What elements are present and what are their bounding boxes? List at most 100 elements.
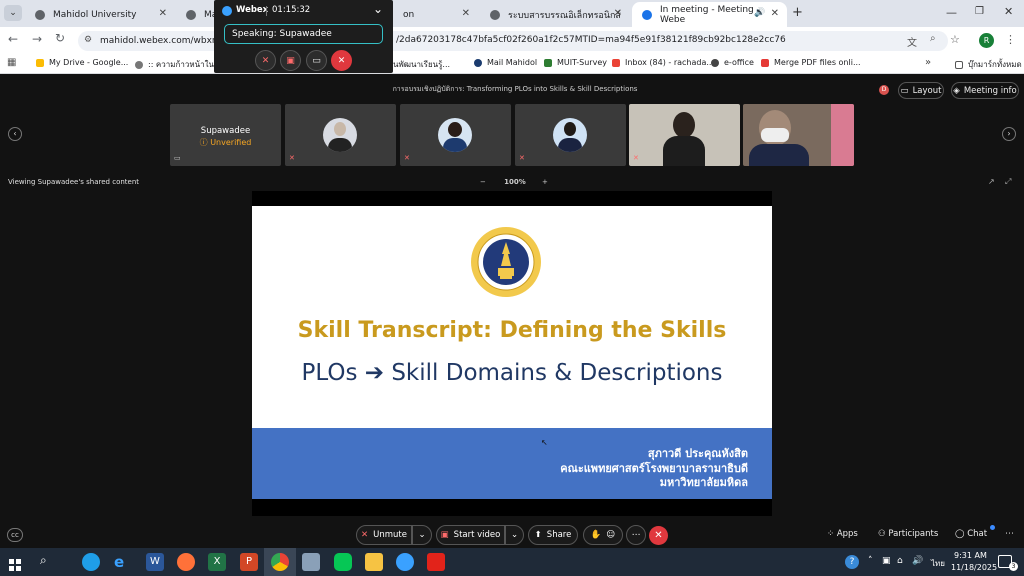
speaker-icon[interactable]: 🔊: [754, 8, 765, 18]
tray-chevron-icon[interactable]: ˄: [868, 556, 873, 566]
participant-tile-2[interactable]: ✕: [285, 104, 396, 166]
close-icon[interactable]: ✕: [614, 8, 622, 19]
bookmark-merge-pdf[interactable]: Merge PDF files onli...: [761, 58, 861, 67]
edge-icon[interactable]: [82, 553, 100, 571]
line-icon[interactable]: [334, 553, 352, 571]
muted-mic-icon: ✕: [519, 154, 525, 162]
translate-icon[interactable]: 文: [907, 34, 917, 49]
webex-app-name: Webex: [236, 5, 269, 15]
excel-icon[interactable]: X: [208, 553, 226, 571]
clock-time[interactable]: 9:31 AM: [954, 551, 987, 560]
chat-button[interactable]: ◯ Chat: [955, 529, 987, 539]
acrobat-icon[interactable]: [427, 553, 445, 571]
zoom-control: − 100% +: [480, 178, 548, 186]
participant-tile-supawadee[interactable]: Supawadee ⓘ Unverified ▭: [170, 104, 281, 166]
minimize-button[interactable]: —: [946, 6, 957, 19]
mini-leave-button[interactable]: ✕: [331, 50, 352, 71]
zoom-in-button[interactable]: +: [542, 178, 548, 186]
photos-icon[interactable]: [302, 553, 320, 571]
close-icon[interactable]: ✕: [771, 8, 779, 19]
more-options-button[interactable]: ⋯: [626, 525, 646, 545]
restore-button[interactable]: ❐: [975, 6, 984, 17]
bookmark-inbox[interactable]: Inbox (84) - rachada...: [612, 58, 714, 67]
bookmark-e-office[interactable]: e-office: [711, 58, 754, 67]
search-icon[interactable]: ⌕: [40, 553, 47, 568]
more-icon: ⋯: [631, 530, 641, 540]
captions-icon[interactable]: cc: [7, 528, 23, 542]
apps-button[interactable]: ⁘ Apps: [827, 529, 858, 539]
menu-icon[interactable]: ⋮: [1005, 33, 1016, 46]
forward-button[interactable]: →: [32, 32, 42, 46]
panel-more-icon[interactable]: ⋯: [1005, 529, 1014, 539]
volume-icon[interactable]: 🔊: [912, 556, 923, 566]
collapse-chevron-icon[interactable]: ⌄: [373, 2, 383, 16]
tray-app-icon[interactable]: ▣: [882, 556, 891, 566]
reload-button[interactable]: ↻: [55, 31, 65, 45]
profile-avatar[interactable]: R: [979, 33, 994, 48]
start-video-button[interactable]: ▣ Start video: [436, 525, 505, 545]
zoom-value: 100%: [504, 178, 526, 186]
bookmark-thai-dev[interactable]: ุนพัฒนาเรียนรู้...: [393, 58, 450, 71]
tab-webex-meeting[interactable]: In meeting - Meeting - Webe 🔊 ✕: [632, 2, 787, 27]
meeting-timer: 01:15:32: [272, 5, 311, 15]
word-icon[interactable]: W: [146, 553, 164, 571]
fullscreen-icon[interactable]: ⤢: [1005, 177, 1011, 187]
leave-meeting-button[interactable]: ✕: [649, 526, 668, 545]
pop-out-icon[interactable]: ↗: [988, 177, 995, 186]
firefox-icon[interactable]: [177, 553, 195, 571]
mini-mute-button[interactable]: ✕: [255, 50, 276, 71]
share-button[interactable]: ⬆ Share: [528, 525, 578, 545]
participant-tile-4[interactable]: ✕: [515, 104, 626, 166]
ie-icon[interactable]: e: [114, 553, 132, 571]
close-icon[interactable]: ✕: [462, 8, 470, 19]
url-text: mahidol.webex.com/wbxmjs/: [100, 36, 231, 46]
tab-mahidol-university[interactable]: Mahidol University ✕: [25, 2, 175, 27]
start-button[interactable]: [9, 556, 21, 571]
mini-share-button[interactable]: ▭: [306, 50, 327, 71]
bookmark-my-drive[interactable]: My Drive - Google...: [36, 58, 128, 67]
all-bookmarks-folder[interactable]: บุ๊กมาร์กทั้งหมด: [955, 58, 1022, 71]
file-explorer-icon[interactable]: [365, 553, 383, 571]
video-options-button[interactable]: ⌄: [505, 525, 524, 545]
audio-options-button[interactable]: ⌄: [412, 525, 432, 545]
webex-taskbar-icon[interactable]: [396, 553, 414, 571]
input-language[interactable]: ไทย: [931, 557, 945, 570]
tab-saraban[interactable]: ระบบสารบรรณอิเล็กทรอนิกส์ ✕: [480, 2, 630, 27]
participant-video-masked[interactable]: [743, 104, 854, 166]
site-info-icon[interactable]: ⚙: [84, 35, 92, 45]
muted-mic-icon: ✕: [261, 55, 270, 66]
tab-search-button[interactable]: ⌄: [4, 5, 22, 21]
apps-grid-icon[interactable]: ▦: [7, 57, 16, 68]
unmute-button[interactable]: ✕ Unmute: [356, 525, 412, 545]
layout-button[interactable]: ▭ Layout: [898, 82, 944, 99]
network-icon[interactable]: ⌂: [897, 556, 903, 566]
close-window-button[interactable]: ✕: [1004, 5, 1013, 18]
strip-next-button[interactable]: ›: [1002, 127, 1016, 141]
help-icon[interactable]: ?: [845, 555, 859, 569]
powerpoint-icon[interactable]: P: [240, 553, 258, 571]
new-tab-button[interactable]: +: [792, 5, 803, 20]
clock-date[interactable]: 11/18/2025: [951, 563, 997, 572]
reactions-button[interactable]: ✋ ☺: [583, 525, 623, 545]
bookmark-mail-mahidol[interactable]: Mail Mahidol: [474, 58, 537, 67]
participant-tile-3[interactable]: ✕: [400, 104, 511, 166]
strip-prev-button[interactable]: ‹: [8, 127, 22, 141]
layout-icon: ▭: [900, 85, 909, 96]
bookmark-muit-survey[interactable]: MUIT-Survey: [544, 58, 607, 67]
bookmarks-overflow[interactable]: »: [925, 57, 931, 68]
mini-video-button[interactable]: ▣: [280, 50, 301, 71]
close-icon[interactable]: ✕: [159, 8, 167, 19]
meeting-info-button[interactable]: ◈ Meeting info: [951, 82, 1019, 99]
back-button[interactable]: ←: [8, 32, 18, 46]
tab-mah[interactable]: Mah: [176, 2, 223, 27]
address-bar[interactable]: ⚙ mahidol.webex.com/wbxmjs/ /2da67203178…: [78, 31, 948, 51]
person-body: [663, 136, 705, 166]
participant-video-interpreter[interactable]: ✕: [629, 104, 740, 166]
chrome-icon[interactable]: [271, 553, 289, 571]
zoom-out-button[interactable]: −: [480, 178, 486, 186]
participants-button[interactable]: ⚇ Participants: [878, 529, 938, 539]
zoom-icon[interactable]: ⌕: [930, 33, 936, 44]
university-seal-logo: [470, 226, 542, 298]
tab-on[interactable]: on ✕: [393, 2, 478, 27]
bookmark-star-icon[interactable]: ☆: [950, 33, 960, 46]
